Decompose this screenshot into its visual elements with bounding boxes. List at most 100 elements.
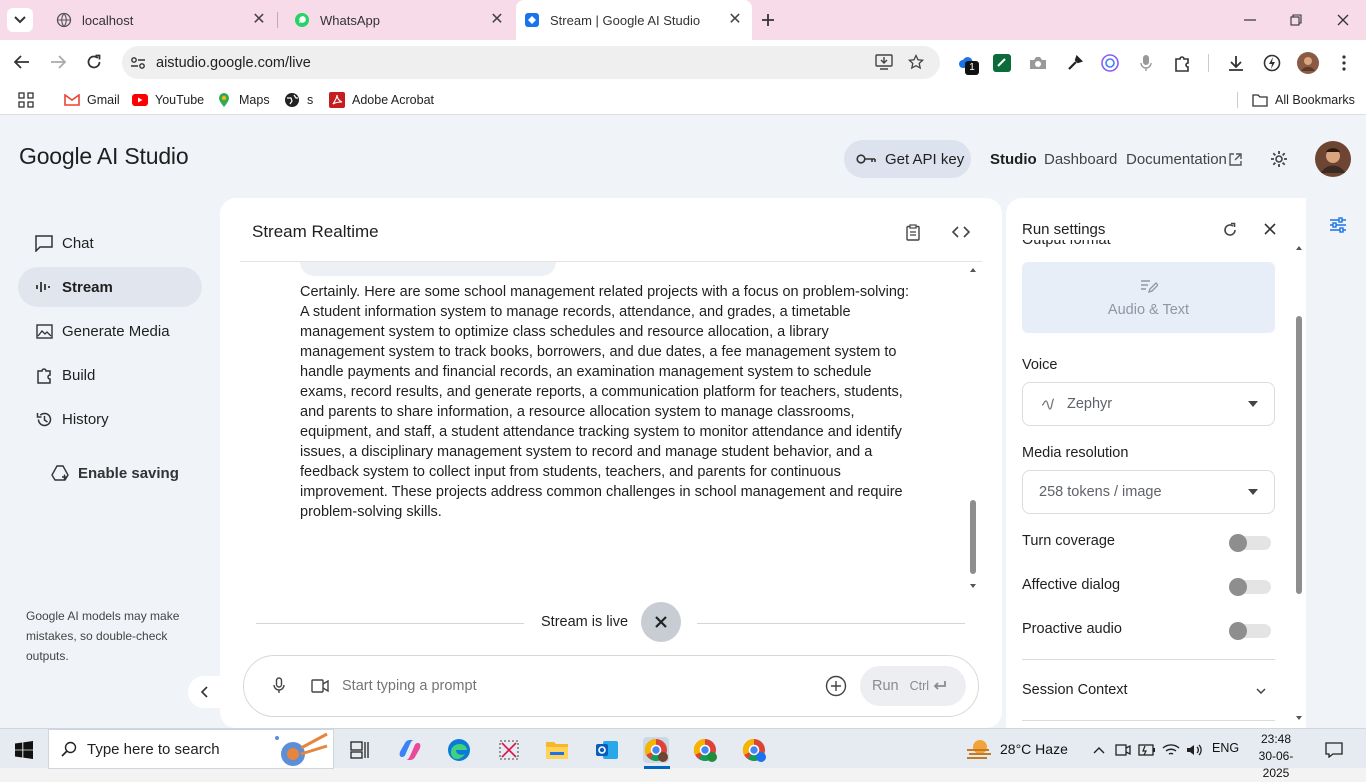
language-indicator[interactable]: ENG bbox=[1212, 741, 1239, 755]
notifications-icon[interactable] bbox=[1321, 737, 1347, 763]
install-app-icon[interactable] bbox=[872, 50, 896, 74]
bookmark-gmail[interactable]: Gmail bbox=[64, 91, 120, 109]
extensions-puzzle-icon[interactable] bbox=[1170, 51, 1194, 75]
taskbar-search-box[interactable]: Type here to search bbox=[48, 729, 334, 769]
globe-icon bbox=[56, 12, 72, 28]
sidebar-item-chat[interactable]: Chat bbox=[18, 223, 202, 263]
microphone-icon[interactable] bbox=[1134, 51, 1158, 75]
task-view-icon[interactable] bbox=[347, 737, 373, 763]
copilot-icon[interactable] bbox=[397, 737, 423, 763]
tune-settings-button[interactable] bbox=[1310, 198, 1366, 252]
snipping-tool-icon[interactable] bbox=[496, 737, 522, 763]
affective-dialog-toggle[interactable] bbox=[1229, 578, 1271, 596]
address-bar[interactable]: aistudio.google.com/live bbox=[122, 46, 940, 79]
run-button[interactable]: Run Ctrl bbox=[860, 666, 966, 706]
sidebar-item-build[interactable]: Build bbox=[18, 355, 202, 395]
chrome-profile-3-icon[interactable] bbox=[741, 737, 767, 763]
turn-coverage-toggle[interactable] bbox=[1229, 534, 1271, 552]
file-explorer-icon[interactable] bbox=[544, 737, 570, 763]
extension-cloud-icon[interactable]: 1 bbox=[956, 51, 980, 75]
nav-dashboard[interactable]: Dashboard bbox=[1044, 151, 1117, 168]
browser-tab-localhost[interactable]: localhost ✕ bbox=[40, 0, 276, 40]
dropdown-arrow-icon bbox=[1248, 401, 1258, 407]
close-settings-icon[interactable] bbox=[1264, 223, 1276, 235]
download-icon[interactable] bbox=[1224, 51, 1248, 75]
show-hidden-icons[interactable] bbox=[1086, 737, 1112, 763]
nav-documentation[interactable]: Documentation bbox=[1126, 151, 1227, 168]
reset-settings-icon[interactable] bbox=[1222, 222, 1238, 238]
reload-icon[interactable] bbox=[82, 50, 106, 74]
all-bookmarks[interactable]: All Bookmarks bbox=[1252, 91, 1355, 109]
camera-icon[interactable] bbox=[1026, 51, 1050, 75]
close-tab-icon[interactable]: ✕ bbox=[726, 11, 744, 29]
chat-scrollbar[interactable] bbox=[968, 266, 978, 592]
browser-tab-ai-studio[interactable]: Stream | Google AI Studio ✕ bbox=[516, 0, 752, 40]
bookmarks-divider bbox=[1237, 92, 1238, 108]
profile-avatar[interactable] bbox=[1296, 51, 1320, 75]
bookmark-label: Adobe Acrobat bbox=[352, 93, 435, 107]
session-context-header[interactable]: Session Context bbox=[1022, 682, 1128, 698]
close-window-icon[interactable] bbox=[1331, 8, 1355, 32]
new-tab-icon[interactable] bbox=[756, 8, 780, 32]
proactive-audio-toggle[interactable] bbox=[1229, 622, 1271, 640]
performance-icon[interactable] bbox=[1260, 51, 1284, 75]
back-icon[interactable] bbox=[10, 50, 34, 74]
settings-scrollbar[interactable] bbox=[1294, 244, 1304, 724]
tab-title: WhatsApp bbox=[320, 12, 380, 28]
site-info-icon[interactable] bbox=[126, 51, 150, 75]
sidebar-item-history[interactable]: History bbox=[18, 399, 202, 439]
clock[interactable]: 23:48 30-06-2025 bbox=[1248, 731, 1304, 782]
enable-saving-button[interactable]: Enable saving bbox=[34, 453, 194, 493]
browser-tab-whatsapp[interactable]: WhatsApp ✕ bbox=[278, 0, 514, 40]
windows-start-icon[interactable] bbox=[11, 737, 37, 763]
output-format-option[interactable]: Audio & Text bbox=[1022, 262, 1275, 333]
run-settings-panel: Run settings Output format Audio & Text … bbox=[1006, 198, 1306, 728]
close-tab-icon[interactable]: ✕ bbox=[488, 11, 506, 29]
video-camera-icon[interactable] bbox=[311, 679, 329, 693]
weather-widget[interactable]: 28°C Haze bbox=[966, 737, 1068, 761]
extension-green-icon[interactable] bbox=[990, 51, 1014, 75]
tab-list-dropdown-icon[interactable] bbox=[7, 8, 33, 32]
meet-now-icon[interactable] bbox=[1110, 737, 1136, 763]
app-logo[interactable]: Google AI Studio bbox=[19, 143, 189, 170]
edge-browser-icon[interactable] bbox=[446, 737, 472, 763]
get-api-key-button[interactable]: Get API key bbox=[844, 140, 971, 178]
volume-icon[interactable] bbox=[1182, 737, 1208, 763]
bookmark-adobe-acrobat[interactable]: Adobe Acrobat bbox=[329, 91, 434, 109]
microphone-icon[interactable] bbox=[273, 677, 285, 695]
voice-select[interactable]: Zephyr bbox=[1022, 382, 1275, 426]
forward-icon[interactable] bbox=[46, 50, 70, 74]
chrome-profile-2-icon[interactable] bbox=[692, 737, 718, 763]
add-media-icon[interactable] bbox=[825, 675, 847, 697]
restore-window-icon[interactable] bbox=[1284, 8, 1308, 32]
outlook-icon[interactable] bbox=[594, 737, 620, 763]
bookmark-s[interactable]: s bbox=[284, 91, 313, 109]
chrome-profile-1-icon[interactable] bbox=[643, 737, 669, 763]
media-resolution-value: 258 tokens / image bbox=[1039, 484, 1162, 500]
stop-stream-button[interactable] bbox=[641, 602, 681, 642]
bookmark-youtube[interactable]: YouTube bbox=[132, 91, 204, 109]
collapse-sidebar-button[interactable] bbox=[188, 676, 220, 708]
code-icon[interactable] bbox=[952, 226, 970, 238]
bookmark-maps[interactable]: Maps bbox=[216, 91, 270, 109]
sidebar-item-generate-media[interactable]: Generate Media bbox=[18, 311, 202, 351]
browser-menu-icon[interactable] bbox=[1332, 51, 1356, 75]
prompt-input[interactable] bbox=[342, 672, 802, 700]
apps-grid-icon[interactable] bbox=[18, 91, 34, 109]
wifi-icon[interactable] bbox=[1158, 737, 1184, 763]
minimize-window-icon[interactable] bbox=[1238, 8, 1262, 32]
extension-badge: 1 bbox=[965, 61, 979, 75]
extension-spiral-icon[interactable] bbox=[1098, 51, 1122, 75]
media-resolution-select[interactable]: 258 tokens / image bbox=[1022, 470, 1275, 514]
sidebar-item-stream[interactable]: Stream bbox=[18, 267, 202, 307]
chevron-down-icon[interactable] bbox=[1256, 688, 1266, 694]
close-tab-icon[interactable]: ✕ bbox=[250, 11, 268, 29]
bookmark-star-icon[interactable] bbox=[904, 50, 928, 74]
battery-icon[interactable] bbox=[1134, 737, 1160, 763]
settings-gear-icon[interactable] bbox=[1270, 150, 1288, 168]
eyedropper-icon[interactable] bbox=[1063, 51, 1087, 75]
clipboard-icon[interactable] bbox=[906, 224, 920, 241]
text-edit-icon bbox=[1140, 278, 1158, 294]
user-avatar[interactable] bbox=[1315, 141, 1351, 177]
nav-studio[interactable]: Studio bbox=[990, 151, 1037, 168]
